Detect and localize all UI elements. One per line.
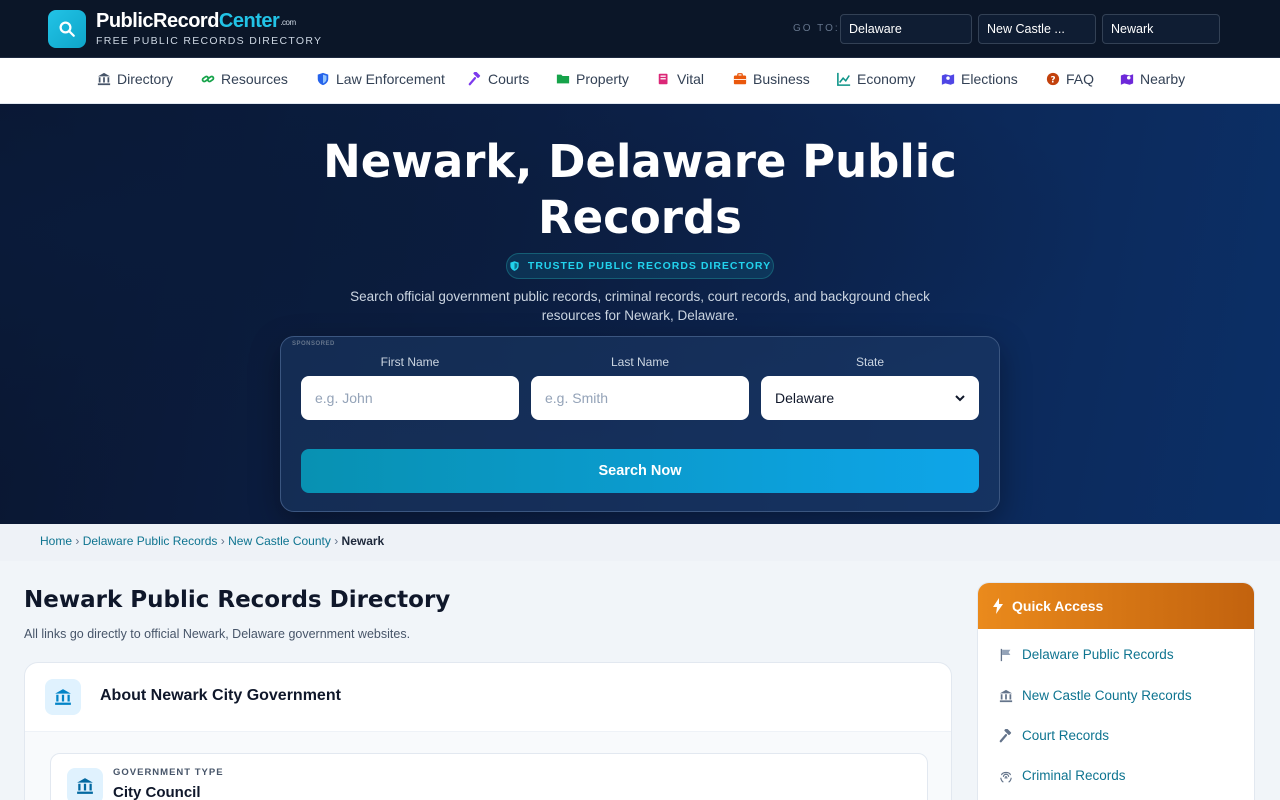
gavel-icon [468,72,481,86]
about-card-body: GOVERNMENT TYPE City Council [25,732,951,800]
nav-property[interactable]: Property [556,71,629,87]
state-select-value: Delaware [775,390,835,406]
certificate-icon [658,73,668,85]
goto-city-select[interactable]: Newark [1102,14,1220,44]
quick-link-label: Delaware Public Records [1022,647,1174,662]
site-logo[interactable]: PublicRecordCenter.com [96,10,296,32]
quick-access-header: Quick Access [978,583,1254,629]
quick-link-label: New Castle County Records [1022,688,1192,703]
goto-label: GO TO: [793,23,840,34]
nav-label: Economy [857,71,916,87]
breadcrumb: Home › Delaware Public Records › New Cas… [40,534,384,548]
goto-state-select[interactable]: Delaware [840,14,972,44]
nav-courts[interactable]: Courts [468,71,529,87]
about-government-card: About Newark City Government GOVERNMENT … [24,662,952,800]
government-type-value: City Council [113,784,201,800]
breadcrumb-current: Newark [341,534,385,548]
nav-nearby[interactable]: Nearby [1120,71,1185,87]
quick-access-title: Quick Access [1012,598,1104,614]
top-header: PublicRecordCenter.com FREE PUBLIC RECOR… [0,0,1280,58]
quick-link-label: Criminal Records [1022,768,1126,783]
nav-label: Business [753,71,810,87]
nav-label: FAQ [1066,71,1095,87]
first-name-label: First Name [380,355,440,369]
map-marked-icon [941,74,955,85]
breadcrumb-state[interactable]: Delaware Public Records [83,534,218,548]
people-search-form: SPONSORED First Name Last Name State Del… [280,336,1000,512]
quick-link-state-records[interactable]: Delaware Public Records [999,647,1174,662]
shield-icon [317,72,329,86]
folder-icon [556,74,570,84]
nav-label: Directory [117,71,174,87]
about-card-header: About Newark City Government [25,663,951,732]
gavel-icon [999,728,1012,742]
briefcase-icon [733,73,747,85]
quick-link-court-records[interactable]: Court Records [999,728,1109,743]
breadcrumb-home[interactable]: Home [40,534,72,548]
nav-label: Elections [961,71,1018,87]
directory-subtitle: All links go directly to official Newark… [24,627,411,641]
fingerprint-icon [1000,771,1012,783]
government-type-card: GOVERNMENT TYPE City Council [50,753,928,800]
government-type-label: GOVERNMENT TYPE [113,767,224,778]
map-icon [1120,74,1134,85]
question-icon: ? [1046,72,1060,86]
svg-text:?: ? [1050,76,1055,86]
nav-label: Courts [488,71,530,87]
nav-faq[interactable]: ? FAQ [1046,71,1094,87]
search-now-button[interactable]: Search Now [301,449,979,493]
nav-business[interactable]: Business [733,71,810,87]
state-select[interactable]: Delaware [761,376,979,420]
breadcrumb-separator: › [334,534,342,548]
breadcrumb-county[interactable]: New Castle County [228,534,331,548]
logo-name-part1: PublicRecord [96,10,219,32]
state-label: State [855,355,885,369]
page-title: Newark, Delaware Public Records [323,135,957,244]
bank-icon [45,679,81,715]
sponsored-label: SPONSORED [292,341,335,347]
bolt-icon [993,598,1003,614]
quick-link-county-records[interactable]: New Castle County Records [999,688,1192,703]
nav-law-enforcement[interactable]: Law Enforcement [316,71,445,87]
goto-county-select[interactable]: New Castle ... [978,14,1096,44]
first-name-input[interactable] [301,376,519,420]
trusted-badge: TRUSTED PUBLIC RECORDS DIRECTORY [506,253,774,279]
hero-subtitle: Search official government public record… [350,289,930,323]
nav-label: Property [576,71,629,87]
quick-access-panel: Quick Access Delaware Public Records New… [977,582,1255,800]
nav-label: Law Enforcement [336,71,445,87]
link-icon [201,75,215,83]
logo-search-icon[interactable] [48,10,86,48]
quick-link-criminal-records[interactable]: Criminal Records [999,768,1126,783]
chevron-down-icon [955,395,965,402]
nav-directory[interactable]: Directory [97,71,173,87]
flag-icon [1000,648,1011,661]
nav-label: Nearby [1140,71,1186,87]
hero-section: Newark, Delaware Public Records TRUSTED … [0,104,1280,524]
directory-title: Newark Public Records Directory [24,587,451,613]
last-name-input[interactable] [531,376,749,420]
bank-icon [97,72,111,86]
bank-icon [999,689,1013,702]
logo-tagline: FREE PUBLIC RECORDS DIRECTORY [96,35,323,47]
logo-name-part2: Center [218,10,280,32]
shield-check-icon [510,261,519,271]
nav-economy[interactable]: Economy [837,71,915,87]
nav-label: Resources [221,71,288,87]
nav-label: Vital [677,71,704,87]
last-name-label: Last Name [610,355,670,369]
bank-icon [67,768,103,800]
chart-line-icon [837,72,851,86]
about-card-title: About Newark City Government [100,687,341,704]
breadcrumb-separator: › [75,534,83,548]
nav-resources[interactable]: Resources [201,71,288,87]
nav-elections[interactable]: Elections [941,71,1018,87]
quick-link-label: Court Records [1022,728,1110,743]
badge-text: TRUSTED PUBLIC RECORDS DIRECTORY [527,260,772,272]
nav-vital[interactable]: Vital [657,71,704,87]
main-nav: Directory Resources Law Enforcement Cour… [0,58,1280,104]
logo-suffix: .com [280,18,296,27]
